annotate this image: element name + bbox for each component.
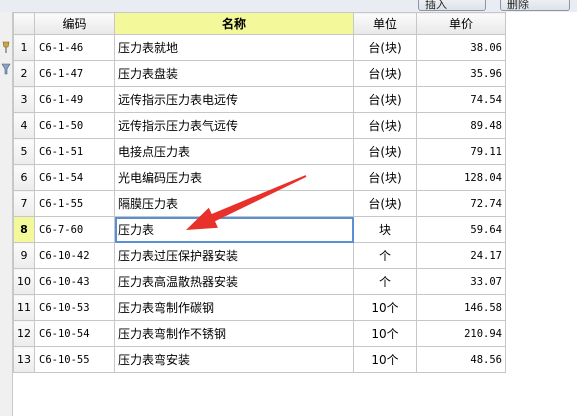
- row-number-cell[interactable]: 3: [13, 86, 35, 113]
- table-row[interactable]: 8 C6-7-60 压力表块 59.64: [13, 216, 506, 243]
- row-number-cell[interactable]: 8: [13, 216, 35, 243]
- code-cell[interactable]: C6-1-55: [34, 190, 115, 217]
- col-header-name[interactable]: 名称: [114, 12, 354, 35]
- unit-cell[interactable]: 块: [353, 216, 417, 243]
- unit-cell[interactable]: 10个: [353, 320, 417, 347]
- unit-cell[interactable]: 台(块): [353, 112, 417, 139]
- top-toolbar: 插入 删除: [0, 0, 577, 12]
- col-header-rownum[interactable]: [13, 12, 35, 35]
- quota-table: 编码 名称 单位 单价 1 C6-1-46 压力表就地 台(块) 38.06 2 C6-1-…: [13, 12, 506, 373]
- insert-button[interactable]: 插入: [418, 0, 486, 11]
- unit-cell[interactable]: 台(块): [353, 138, 417, 165]
- table-row[interactable]: 13 C6-10-55 压力表弯安装 10个 48.56: [13, 346, 506, 373]
- row-number-cell[interactable]: 7: [13, 190, 35, 217]
- row-number-cell[interactable]: 11: [13, 294, 35, 321]
- row-number-cell[interactable]: 5: [13, 138, 35, 165]
- code-cell[interactable]: C6-10-43: [34, 268, 115, 295]
- row-number-cell[interactable]: 10: [13, 268, 35, 295]
- code-cell[interactable]: C6-10-42: [34, 242, 115, 269]
- code-cell[interactable]: C6-1-46: [34, 34, 115, 61]
- row-number-cell[interactable]: 4: [13, 112, 35, 139]
- unit-cell[interactable]: 10个: [353, 346, 417, 373]
- unit-cell[interactable]: 台(块): [353, 60, 417, 87]
- delete-button[interactable]: 删除: [500, 0, 570, 11]
- table-row[interactable]: 2 C6-1-47 压力表盘装 台(块) 35.96: [13, 60, 506, 87]
- name-cell[interactable]: 压力表弯制作不锈钢: [114, 320, 354, 347]
- code-cell[interactable]: C6-1-49: [34, 86, 115, 113]
- unit-cell[interactable]: 台(块): [353, 164, 417, 191]
- unit-cell[interactable]: 台(块): [353, 86, 417, 113]
- row-number-cell[interactable]: 12: [13, 320, 35, 347]
- name-cell[interactable]: 光电编码压力表: [114, 164, 354, 191]
- unit-cell[interactable]: 个: [353, 268, 417, 295]
- name-cell[interactable]: 压力表就地: [114, 34, 354, 61]
- unit-cell[interactable]: 个: [353, 242, 417, 269]
- name-cell[interactable]: 压力表弯制作碳钢: [114, 294, 354, 321]
- name-cell[interactable]: 压力表弯安装: [114, 346, 354, 373]
- row-number-cell[interactable]: 6: [13, 164, 35, 191]
- price-cell[interactable]: 79.11: [416, 138, 506, 165]
- col-header-price[interactable]: 单价: [416, 12, 506, 35]
- code-cell[interactable]: C6-1-51: [34, 138, 115, 165]
- table-row[interactable]: 6 C6-1-54 光电编码压力表 台(块) 128.04: [13, 164, 506, 191]
- code-cell[interactable]: C6-1-54: [34, 164, 115, 191]
- table-row[interactable]: 3 C6-1-49 远传指示压力表电远传 台(块) 74.54: [13, 86, 506, 113]
- code-cell[interactable]: C6-10-54: [34, 320, 115, 347]
- price-cell[interactable]: 74.54: [416, 86, 506, 113]
- price-cell[interactable]: 89.48: [416, 112, 506, 139]
- name-cell[interactable]: 远传指示压力表气远传: [114, 112, 354, 139]
- price-cell[interactable]: 48.56: [416, 346, 506, 373]
- price-cell[interactable]: 146.58: [416, 294, 506, 321]
- code-cell[interactable]: C6-10-53: [34, 294, 115, 321]
- pin-icon[interactable]: [1, 40, 11, 54]
- col-header-code[interactable]: 编码: [34, 12, 115, 35]
- table-row[interactable]: 5 C6-1-51 电接点压力表 台(块) 79.11: [13, 138, 506, 165]
- row-number-cell[interactable]: 2: [13, 60, 35, 87]
- name-cell[interactable]: 压力表过压保护器安装: [114, 242, 354, 269]
- name-cell[interactable]: 远传指示压力表电远传: [114, 86, 354, 113]
- code-cell[interactable]: C6-1-47: [34, 60, 115, 87]
- price-cell[interactable]: 38.06: [416, 34, 506, 61]
- table-header-row: 编码 名称 单位 单价: [13, 12, 506, 35]
- table-row[interactable]: 9 C6-10-42 压力表过压保护器安装个 24.17: [13, 242, 506, 269]
- code-cell[interactable]: C6-10-55: [34, 346, 115, 373]
- price-cell[interactable]: 210.94: [416, 320, 506, 347]
- name-cell[interactable]: 压力表: [114, 216, 354, 243]
- name-cell[interactable]: 电接点压力表: [114, 138, 354, 165]
- row-number-cell[interactable]: 13: [13, 346, 35, 373]
- table-row[interactable]: 10 C6-10-43 压力表高温散热器安装个 33.07: [13, 268, 506, 295]
- price-cell[interactable]: 24.17: [416, 242, 506, 269]
- code-cell[interactable]: C6-1-50: [34, 112, 115, 139]
- price-cell[interactable]: 35.96: [416, 60, 506, 87]
- unit-cell[interactable]: 10个: [353, 294, 417, 321]
- name-cell[interactable]: 隔膜压力表: [114, 190, 354, 217]
- table-row[interactable]: 4 C6-1-50 远传指示压力表气远传 台(块) 89.48: [13, 112, 506, 139]
- table-row[interactable]: 12 C6-10-54 压力表弯制作不锈钢 10个 210.94: [13, 320, 506, 347]
- row-number-cell[interactable]: 9: [13, 242, 35, 269]
- table-row[interactable]: 7 C6-1-55 隔膜压力表 台(块) 72.74: [13, 190, 506, 217]
- price-cell[interactable]: 59.64: [416, 216, 506, 243]
- row-number-cell[interactable]: 1: [13, 34, 35, 61]
- price-cell[interactable]: 33.07: [416, 268, 506, 295]
- table-row[interactable]: 1 C6-1-46 压力表就地 台(块) 38.06: [13, 34, 506, 61]
- price-cell[interactable]: 128.04: [416, 164, 506, 191]
- price-cell[interactable]: 72.74: [416, 190, 506, 217]
- name-cell[interactable]: 压力表盘装: [114, 60, 354, 87]
- code-cell[interactable]: C6-7-60: [34, 216, 115, 243]
- name-cell[interactable]: 压力表高温散热器安装: [114, 268, 354, 295]
- unit-cell[interactable]: 台(块): [353, 34, 417, 61]
- table-row[interactable]: 11 C6-10-53 压力表弯制作碳钢 10个 146.58: [13, 294, 506, 321]
- col-header-unit[interactable]: 单位: [353, 12, 417, 35]
- unit-cell[interactable]: 台(块): [353, 190, 417, 217]
- left-toolstrip: [0, 12, 13, 416]
- filter-icon[interactable]: [1, 62, 11, 76]
